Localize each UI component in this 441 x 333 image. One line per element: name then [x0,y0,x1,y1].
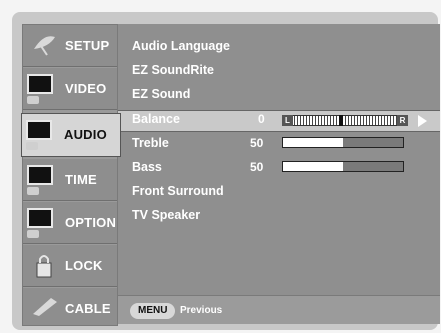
footer-bar: MENU Previous [118,295,440,324]
padlock-icon [36,255,52,278]
balance-value: 0 [258,112,265,126]
satellite-dish-icon [34,36,55,56]
tab-audio[interactable]: AUDIO [21,113,121,157]
menu-item-audio-language[interactable]: Audio Language [132,35,230,57]
right-arrow-icon [418,115,427,127]
sidebar: SETUP VIDEO AUDIO TIME OPTION LOCK CABLE [21,24,121,326]
tab-cable[interactable]: CABLE [23,288,117,325]
tab-label: OPTION [65,215,117,230]
balance-slider[interactable]: L R [282,115,408,126]
bass-value: 50 [250,160,264,174]
treble-slider[interactable] [282,137,404,148]
tab-label: VIDEO [65,81,107,96]
tab-lock[interactable]: LOCK [23,245,117,287]
tab-label: CABLE [65,301,111,316]
menu-button[interactable]: MENU [130,303,176,319]
menu-item-tv-speaker[interactable]: TV Speaker [132,204,200,226]
tab-label: AUDIO [64,127,107,142]
tv-screen-icon [27,74,53,94]
menu-item-front-surround[interactable]: Front Surround [132,180,224,202]
balance-marker [339,115,343,126]
tab-time[interactable]: TIME [23,159,117,201]
tab-option[interactable]: OPTION [23,202,117,244]
menu-item-ez-soundrite[interactable]: EZ SoundRite [132,59,214,81]
cable-icon [33,298,57,316]
tab-label: LOCK [65,258,103,273]
balance-left-label: L [282,115,293,126]
bass-fill [283,162,343,171]
menu-item-treble[interactable]: Treble [132,132,169,154]
treble-fill [283,138,343,147]
audio-menu-panel: Audio Language EZ SoundRite EZ Sound Bal… [118,24,440,324]
tab-label: TIME [65,172,97,187]
balance-right-label: R [397,115,408,126]
previous-hint: Previous [180,305,223,316]
menu-item-ez-sound[interactable]: EZ Sound [132,83,190,105]
tv-screen-icon [27,165,53,185]
tab-setup[interactable]: SETUP [23,25,117,67]
tv-screen-icon [26,120,52,140]
bass-slider[interactable] [282,161,404,172]
tab-label: SETUP [65,38,110,53]
menu-item-balance[interactable]: Balance [132,108,180,130]
menu-item-bass[interactable]: Bass [132,156,162,178]
tv-screen-icon [27,208,53,228]
treble-value: 50 [250,136,264,150]
tab-video[interactable]: VIDEO [23,68,117,110]
